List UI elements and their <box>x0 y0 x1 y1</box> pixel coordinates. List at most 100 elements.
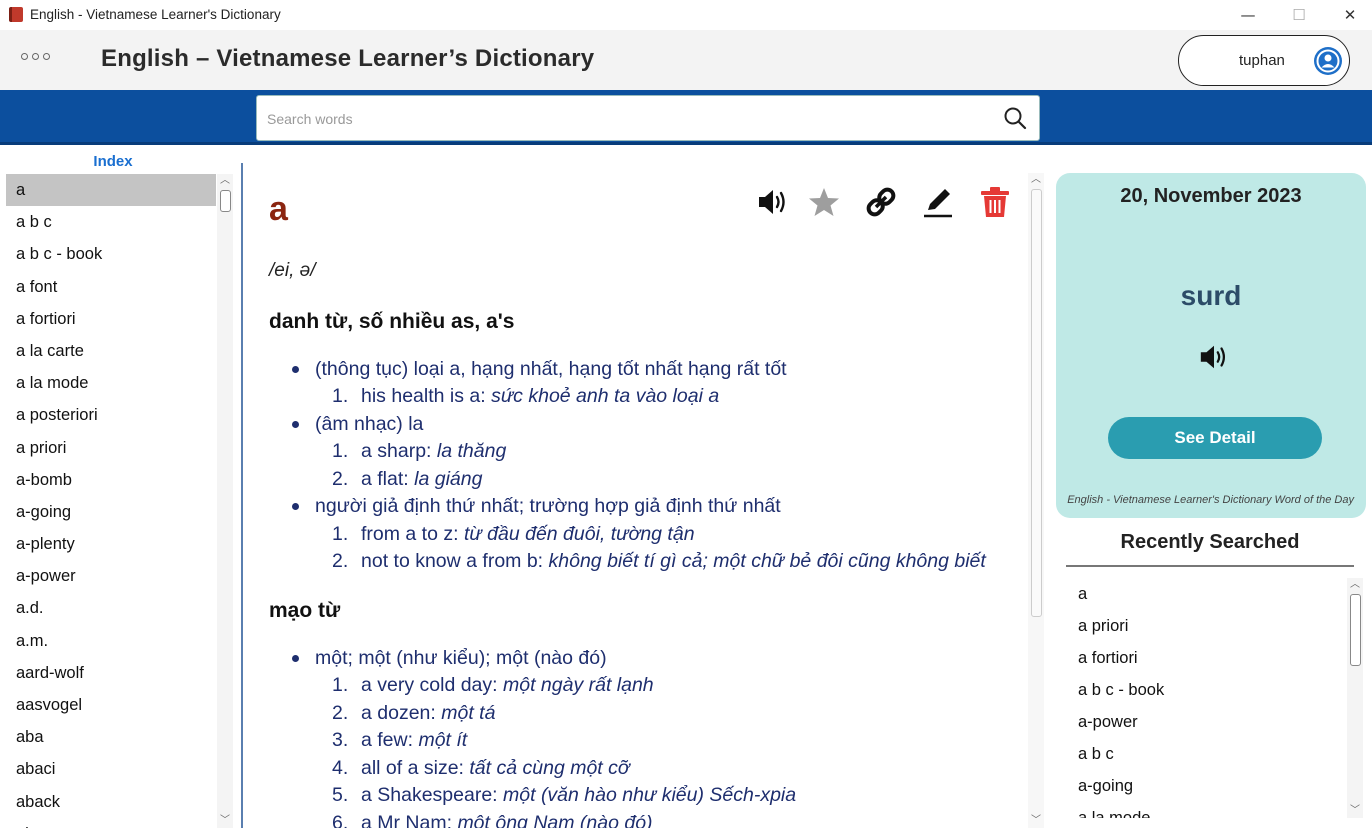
scroll-up-arrow-icon[interactable]: ︿ <box>1347 578 1363 592</box>
index-item[interactable]: a b c <box>6 206 216 238</box>
index-item[interactable]: a la carte <box>6 335 216 367</box>
word-of-day-word[interactable]: surd <box>1056 280 1366 312</box>
sense-meaning: một; một (như kiểu); một (nào đó) <box>315 647 607 669</box>
index-item[interactable]: a posteriori <box>6 399 216 431</box>
user-name: tuphan <box>1239 52 1285 69</box>
see-detail-button[interactable]: See Detail <box>1108 417 1322 459</box>
example-en: a very cold day: <box>361 674 503 696</box>
star-icon[interactable] <box>807 185 841 219</box>
example-en: a dozen: <box>361 702 442 724</box>
trash-icon[interactable] <box>978 185 1012 219</box>
example-en: a few: <box>361 729 419 751</box>
recently-searched-title: Recently Searched <box>1120 531 1300 553</box>
app-title: English – Vietnamese Learner’s Dictionar… <box>101 45 595 72</box>
bullet <box>292 366 299 373</box>
scroll-thumb[interactable] <box>1350 594 1361 666</box>
minimize-button[interactable]: — <box>1225 0 1271 30</box>
search-bar <box>0 90 1372 145</box>
index-item[interactable]: abacus <box>6 818 216 828</box>
recent-item[interactable]: a b c - book <box>1066 674 1346 706</box>
example-vi: một (văn hào như kiểu) Sếch-xpia <box>503 784 797 806</box>
example-en: from a to z: <box>361 523 464 545</box>
index-item[interactable]: aasvogel <box>6 689 216 721</box>
bullet <box>292 655 299 662</box>
search-field[interactable] <box>256 95 1040 141</box>
index-title: Index <box>93 153 133 170</box>
index-item[interactable]: a-bomb <box>6 464 216 496</box>
word-of-day-card: 20, November 2023 surd See Detail Englis… <box>1056 173 1366 518</box>
example-vi: sức khoẻ anh ta vào loại a <box>491 385 720 407</box>
example: 2. a flat: la giáng <box>332 468 483 490</box>
panel-divider <box>241 163 243 828</box>
index-item[interactable]: a.d. <box>6 592 216 624</box>
example-en: a Mr Nam: <box>361 812 458 828</box>
recent-item[interactable]: a b c <box>1066 738 1346 770</box>
entry-scrollbar[interactable]: ︿ ﹀ <box>1028 173 1044 828</box>
headword: a <box>269 190 288 228</box>
index-item[interactable]: a-plenty <box>6 528 216 560</box>
sense-meaning: (thông tục) loại a, hạng nhất, hạng tốt … <box>315 358 787 380</box>
recent-item[interactable]: a la mode <box>1066 802 1346 818</box>
example: 2. not to know a from b: không biết tí gì… <box>332 550 986 572</box>
index-scrollbar[interactable]: ︿ ﹀ <box>217 174 233 828</box>
example-vi: tất cả cùng một cỡ <box>469 757 630 779</box>
example: 1. his health is a: sức khoẻ anh ta vào l… <box>332 385 720 407</box>
example: 3. a few: một ít <box>332 729 468 751</box>
maximize-button[interactable]: ☐ <box>1276 0 1322 30</box>
search-input[interactable] <box>267 108 987 130</box>
example-vi: từ đầu đến đuôi, tường tận <box>463 523 695 545</box>
index-item[interactable]: aback <box>6 786 216 818</box>
recent-item[interactable]: a-going <box>1066 770 1346 802</box>
sense-meaning: người giả định thứ nhất; trường hợp giả … <box>315 495 781 517</box>
book-icon <box>9 7 23 22</box>
index-item[interactable]: a b c - book <box>6 238 216 270</box>
example: 4. all of a size: tất cả cùng một cỡ <box>332 757 630 779</box>
recent-item[interactable]: a priori <box>1066 610 1346 642</box>
scroll-up-arrow-icon[interactable]: ︿ <box>217 174 233 188</box>
entry-actions <box>756 185 1016 225</box>
index-item[interactable]: a.m. <box>6 625 216 657</box>
example: 1. a sharp: la thăng <box>332 440 507 462</box>
example: 1. a very cold day: một ngày rất lạnh <box>332 674 654 696</box>
index-item[interactable]: a-going <box>6 496 216 528</box>
index-item[interactable]: a-power <box>6 560 216 592</box>
pencil-icon[interactable] <box>921 185 955 219</box>
index-item[interactable]: a font <box>6 271 216 303</box>
user-account-button[interactable]: tuphan <box>1178 35 1350 86</box>
recent-scrollbar[interactable]: ︿ ﹀ <box>1347 578 1363 818</box>
example: 1. from a to z: từ đầu đến đuôi, tường tậ… <box>332 523 695 545</box>
menu-dots-icon[interactable] <box>21 53 50 60</box>
recent-item[interactable]: a <box>1066 578 1346 610</box>
scroll-up-arrow-icon[interactable]: ︿ <box>1028 173 1044 187</box>
window-titlebar: English - Vietnamese Learner's Dictionar… <box>0 0 1372 30</box>
scroll-down-arrow-icon[interactable]: ﹀ <box>1028 814 1044 828</box>
scroll-thumb[interactable] <box>1031 189 1042 617</box>
scroll-down-arrow-icon[interactable]: ﹀ <box>1347 804 1363 818</box>
index-item[interactable]: aard-wolf <box>6 657 216 689</box>
window-title: English - Vietnamese Learner's Dictionar… <box>30 7 281 22</box>
index-item[interactable]: a fortiori <box>6 303 216 335</box>
example-vi: la thăng <box>436 440 507 462</box>
index-item[interactable]: a priori <box>6 432 216 464</box>
link-icon[interactable] <box>864 185 898 219</box>
search-icon[interactable] <box>1003 106 1027 130</box>
example-vi: một tá <box>441 702 496 724</box>
speaker-icon[interactable] <box>1197 341 1231 373</box>
example-vi: một ngày rất lạnh <box>502 674 654 696</box>
part-of-speech: danh từ, số nhiều as, a's <box>269 310 515 333</box>
word-of-day-date: 20, November 2023 <box>1120 185 1302 207</box>
index-item[interactable]: a <box>6 174 216 207</box>
scroll-down-arrow-icon[interactable]: ﹀ <box>217 814 233 828</box>
recent-item[interactable]: a-power <box>1066 706 1346 738</box>
close-button[interactable]: ✕ <box>1327 0 1372 30</box>
example-en: all of a size: <box>361 757 470 779</box>
recent-item[interactable]: a fortiori <box>1066 642 1346 674</box>
sense-meaning: (âm nhạc) la <box>315 413 424 435</box>
index-item[interactable]: aba <box>6 721 216 753</box>
index-item[interactable]: abaci <box>6 753 216 785</box>
index-list: a a b c a b c - book a font a fortiori a… <box>6 174 216 828</box>
scroll-thumb[interactable] <box>220 190 231 212</box>
speaker-icon[interactable] <box>756 185 790 219</box>
word-of-day-caption: English - Vietnamese Learner's Dictionar… <box>1067 494 1354 506</box>
index-item[interactable]: a la mode <box>6 367 216 399</box>
